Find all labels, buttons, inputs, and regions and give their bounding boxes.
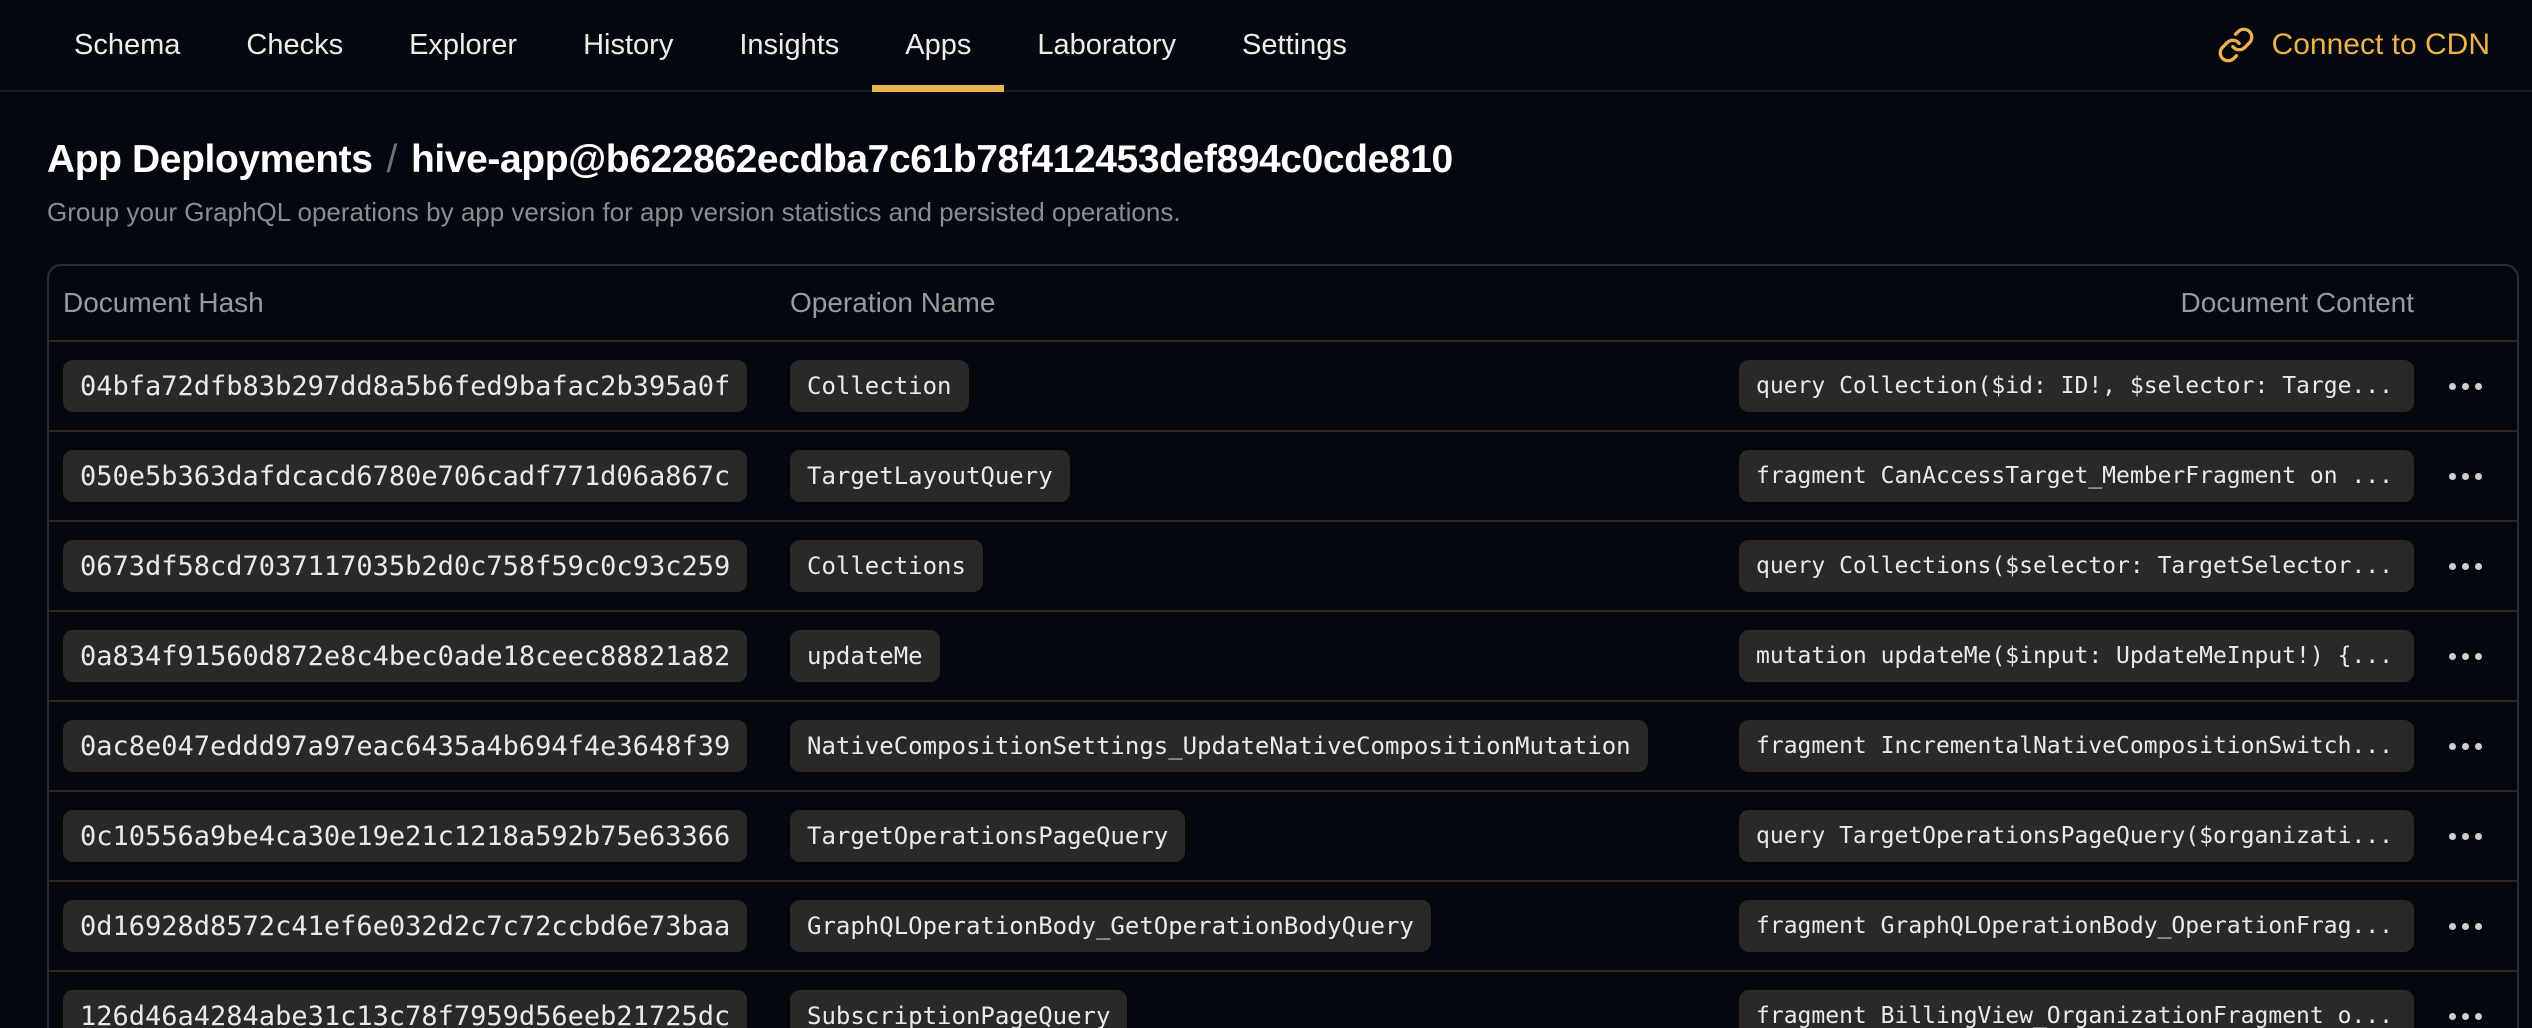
nav-tabs: Schema Checks Explorer History Insights … xyxy=(41,0,1380,90)
document-content: fragment BillingView_OrganizationFragmen… xyxy=(1739,990,2414,1028)
document-hash: 0673df58cd7037117035b2d0c758f59c0c93c259 xyxy=(63,540,747,592)
table-row: 0673df58cd7037117035b2d0c758f59c0c93c259… xyxy=(49,520,2517,610)
table-row: 04bfa72dfb83b297dd8a5b6fed9bafac2b395a0f… xyxy=(49,340,2517,430)
more-options-icon xyxy=(2449,833,2456,840)
operation-name: GraphQLOperationBody_GetOperationBodyQue… xyxy=(790,900,1431,952)
row-actions-button[interactable] xyxy=(2441,733,2490,760)
operation-name: TargetOperationsPageQuery xyxy=(790,810,1185,862)
row-actions-button[interactable] xyxy=(2441,643,2490,670)
row-actions-button[interactable] xyxy=(2441,373,2490,400)
breadcrumb-current-app: hive-app@b622862ecdba7c61b78f412453def89… xyxy=(411,138,1453,181)
table-row: 0ac8e047eddd97a97eac6435a4b694f4e3648f39… xyxy=(49,700,2517,790)
document-hash: 0c10556a9be4ca30e19e21c1218a592b75e63366 xyxy=(63,810,747,862)
tab-explorer[interactable]: Explorer xyxy=(376,0,550,90)
document-hash: 04bfa72dfb83b297dd8a5b6fed9bafac2b395a0f xyxy=(63,360,747,412)
deployments-table: Document Hash Operation Name Document Co… xyxy=(47,264,2519,1028)
more-options-icon xyxy=(2449,923,2456,930)
table-row: 0d16928d8572c41ef6e032d2c7c72ccbd6e73baa… xyxy=(49,880,2517,970)
table-row: 0a834f91560d872e8c4bec0ade18ceec88821a82… xyxy=(49,610,2517,700)
operation-name: NativeCompositionSettings_UpdateNativeCo… xyxy=(790,720,1648,772)
table-row: 0c10556a9be4ca30e19e21c1218a592b75e63366… xyxy=(49,790,2517,880)
more-options-icon xyxy=(2449,473,2456,480)
document-content: fragment IncrementalNativeCompositionSwi… xyxy=(1739,720,2414,772)
tab-apps[interactable]: Apps xyxy=(872,0,1004,90)
more-options-icon xyxy=(2449,563,2456,570)
connect-to-cdn-button[interactable]: Connect to CDN xyxy=(2217,0,2490,90)
document-content: query Collection($id: ID!, $selector: Ta… xyxy=(1739,360,2414,412)
document-hash: 0d16928d8572c41ef6e032d2c7c72ccbd6e73baa xyxy=(63,900,747,952)
tab-settings[interactable]: Settings xyxy=(1209,0,1380,90)
column-header-operation-name: Operation Name xyxy=(790,287,1739,319)
column-header-document-hash: Document Hash xyxy=(63,287,790,319)
document-content: query TargetOperationsPageQuery($organiz… xyxy=(1739,810,2414,862)
tab-checks[interactable]: Checks xyxy=(213,0,376,90)
document-hash: 050e5b363dafdcacd6780e706cadf771d06a867c xyxy=(63,450,747,502)
operation-name: Collections xyxy=(790,540,983,592)
table-header: Document Hash Operation Name Document Co… xyxy=(49,266,2517,340)
document-content: mutation updateMe($input: UpdateMeInput!… xyxy=(1739,630,2414,682)
document-hash: 0ac8e047eddd97a97eac6435a4b694f4e3648f39 xyxy=(63,720,747,772)
table-row: 126d46a4284abe31c13c78f7959d56eeb21725dc… xyxy=(49,970,2517,1028)
table-row: 050e5b363dafdcacd6780e706cadf771d06a867c… xyxy=(49,430,2517,520)
more-options-icon xyxy=(2449,383,2456,390)
operation-name: TargetLayoutQuery xyxy=(790,450,1070,502)
row-actions-button[interactable] xyxy=(2441,1003,2490,1028)
page-subtitle: Group your GraphQL operations by app ver… xyxy=(47,197,2532,228)
tab-laboratory[interactable]: Laboratory xyxy=(1004,0,1209,90)
breadcrumb: App Deployments/hive-app@b622862ecdba7c6… xyxy=(47,138,2532,182)
column-header-document-content: Document Content xyxy=(1739,287,2414,319)
document-hash: 0a834f91560d872e8c4bec0ade18ceec88821a82 xyxy=(63,630,747,682)
more-options-icon xyxy=(2449,743,2456,750)
row-actions-button[interactable] xyxy=(2441,553,2490,580)
tab-schema[interactable]: Schema xyxy=(41,0,213,90)
operation-name: updateMe xyxy=(790,630,940,682)
document-content: fragment CanAccessTarget_MemberFragment … xyxy=(1739,450,2414,502)
row-actions-button[interactable] xyxy=(2441,913,2490,940)
row-actions-button[interactable] xyxy=(2441,823,2490,850)
operation-name: Collection xyxy=(790,360,969,412)
breadcrumb-root-link[interactable]: App Deployments xyxy=(47,138,373,181)
more-options-icon xyxy=(2449,653,2456,660)
tab-insights[interactable]: Insights xyxy=(706,0,872,90)
link-icon xyxy=(2217,26,2255,64)
document-hash: 126d46a4284abe31c13c78f7959d56eeb21725dc xyxy=(63,990,747,1028)
document-content: fragment GraphQLOperationBody_OperationF… xyxy=(1739,900,2414,952)
connect-to-cdn-label: Connect to CDN xyxy=(2272,28,2490,62)
more-options-icon xyxy=(2449,1013,2456,1020)
top-nav: Schema Checks Explorer History Insights … xyxy=(0,0,2532,92)
tab-history[interactable]: History xyxy=(550,0,706,90)
document-content: query Collections($selector: TargetSelec… xyxy=(1739,540,2414,592)
operation-name: SubscriptionPageQuery xyxy=(790,990,1127,1028)
main-content: App Deployments/hive-app@b622862ecdba7c6… xyxy=(0,92,2532,1028)
row-actions-button[interactable] xyxy=(2441,463,2490,490)
breadcrumb-separator: / xyxy=(373,138,411,181)
page-head: App Deployments/hive-app@b622862ecdba7c6… xyxy=(0,92,2532,228)
